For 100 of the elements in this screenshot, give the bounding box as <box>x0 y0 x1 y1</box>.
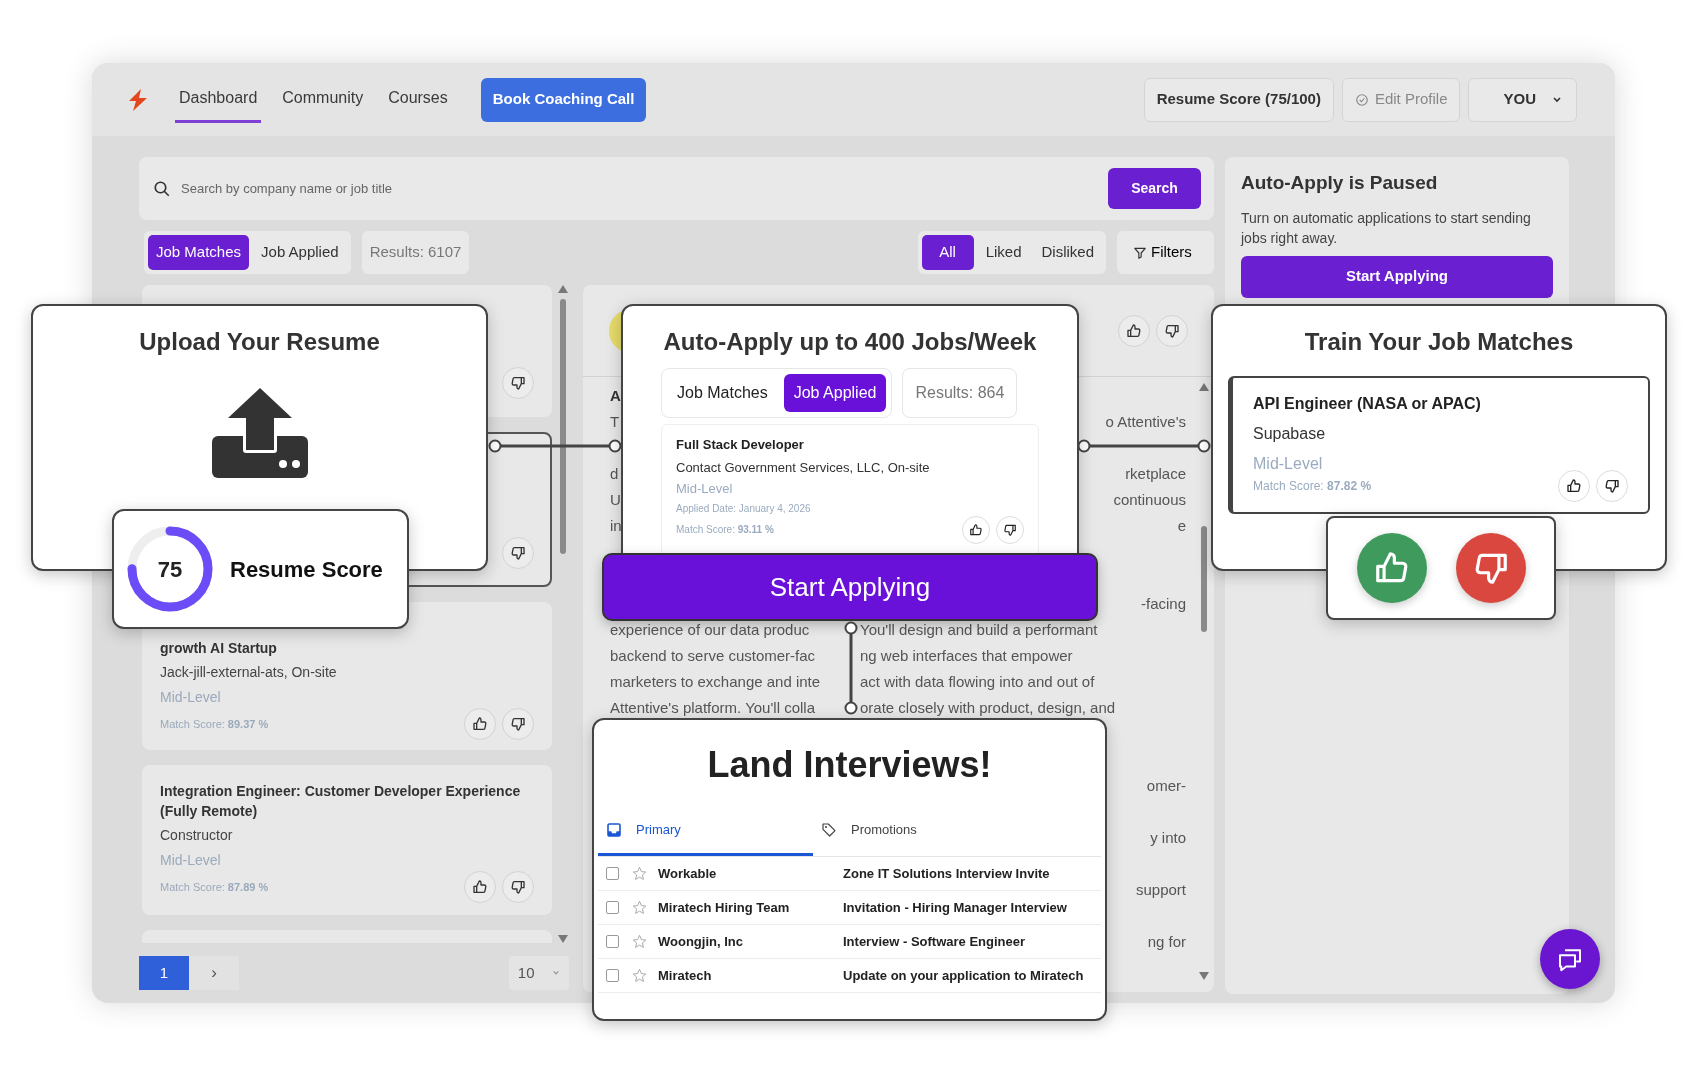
page-button[interactable]: 1 <box>139 956 189 990</box>
company-name: Constructor <box>160 826 234 845</box>
description-text: You'll design and build a performant <box>860 620 1099 640</box>
thumbs-up-icon <box>472 716 489 732</box>
email-sender: Miratech <box>658 966 713 985</box>
card-title: Train Your Job Matches <box>1303 327 1575 357</box>
email-subject: Invitation - Hiring Manager Interview <box>843 898 1068 917</box>
dislike-button[interactable] <box>502 537 535 569</box>
star-icon[interactable] <box>632 934 647 949</box>
job-level: Mid-Level <box>676 480 734 498</box>
company-name: Supabase <box>1253 424 1327 444</box>
search-bar[interactable]: Search by company name or job title Search <box>139 157 1214 220</box>
checkbox[interactable] <box>606 935 619 948</box>
description-text: rketplace <box>1125 464 1186 484</box>
scroll-down-icon <box>558 935 568 943</box>
job-level: Mid-Level <box>1253 454 1324 474</box>
resume-score-button[interactable]: Resume Score (75/100) <box>1143 77 1334 122</box>
applied-date: Applied Date: January 4, 2026 <box>676 501 812 516</box>
description-text: act with data flowing into and out of <box>860 672 1096 692</box>
checkbox[interactable] <box>606 969 619 982</box>
dislike-button[interactable] <box>502 871 535 903</box>
star-icon[interactable] <box>632 968 647 983</box>
thumbs-up-icon <box>1566 478 1582 494</box>
nav-link[interactable]: Dashboard <box>175 76 262 123</box>
search-field[interactable]: Search by company name or job title <box>179 177 1100 200</box>
mail-tab[interactable]: Promotions <box>813 806 1028 856</box>
filter-tab[interactable]: Disliked <box>1033 235 1102 270</box>
start-applying-button[interactable]: Start Applying <box>602 553 1098 621</box>
search-icon <box>153 179 171 198</box>
filter-tab[interactable]: Liked <box>977 235 1030 270</box>
nav-link[interactable]: Courses <box>384 76 452 123</box>
like-button[interactable] <box>1558 470 1590 502</box>
nav-link[interactable]: Community <box>278 76 368 123</box>
checkbox[interactable] <box>606 867 619 880</box>
panel-text: Turn on automatic applications to start sending jobs right away. <box>1241 208 1532 248</box>
tab[interactable]: Job Matches <box>667 374 778 412</box>
upload-icon <box>211 386 308 478</box>
dislike-button[interactable] <box>502 708 535 740</box>
search-button[interactable]: Search <box>1108 168 1201 209</box>
tab[interactable]: Job Matches <box>148 235 250 270</box>
email-subject: Zone IT Solutions Interview Invite <box>843 864 1051 883</box>
scrollbar-thumb[interactable] <box>1201 526 1207 632</box>
job-title: API Engineer (NASA or APAC) <box>1253 394 1482 414</box>
start-applying-button[interactable]: Start Applying <box>1241 255 1553 298</box>
description-text: backend to serve customer-fac <box>610 646 817 666</box>
chevron-down-icon <box>1552 94 1562 105</box>
filter-tab[interactable]: All <box>921 235 974 270</box>
book-coaching-button[interactable]: Book Coaching Call <box>480 77 647 122</box>
thumbs-down-icon <box>510 716 527 732</box>
like-button[interactable] <box>464 871 497 903</box>
description-text: omer- <box>1146 776 1186 796</box>
thumbs-up-icon <box>1126 322 1142 339</box>
like-button[interactable] <box>464 708 497 740</box>
dislike-button[interactable] <box>996 515 1024 544</box>
filters-button[interactable]: Filters <box>1117 231 1214 274</box>
company-name: Contact Government Services, LLC, On-site <box>676 458 931 477</box>
thumbs-down-icon <box>1164 322 1180 339</box>
description-text: A <box>610 386 621 406</box>
job-level: Mid-Level <box>160 688 222 707</box>
star-icon[interactable] <box>632 866 647 881</box>
dislike-button[interactable] <box>502 367 535 399</box>
job-level: Mid-Level <box>160 851 222 870</box>
match-score: Match Score: 87.82 % <box>1253 478 1372 495</box>
description-text: experience of our data produc <box>610 620 811 640</box>
card-title: Land Interviews! <box>706 743 993 787</box>
tab[interactable]: Job Applied <box>783 374 887 412</box>
description-text: U <box>610 490 621 510</box>
email-subject: Interview - Software Engineer <box>843 932 1027 951</box>
card-title: Auto-Apply up to 400 Jobs/Week <box>662 327 1038 357</box>
user-menu-button[interactable]: YOU <box>1468 77 1577 122</box>
tab[interactable]: Job Applied <box>253 235 347 270</box>
next-page-button[interactable]: › <box>189 956 239 990</box>
inbox-icon <box>606 821 622 838</box>
scrollbar-thumb[interactable] <box>560 299 566 554</box>
page-size-select[interactable]: 10 <box>509 956 569 990</box>
star-icon[interactable] <box>632 900 647 915</box>
description-text: continuous <box>1113 490 1186 510</box>
description-text: marketers to exchange and inte <box>610 672 822 692</box>
match-score: Match Score: 87.89 % <box>160 879 269 895</box>
dislike-button[interactable] <box>1596 470 1628 502</box>
dislike-button[interactable] <box>1156 314 1188 347</box>
funnel-icon <box>1133 245 1147 260</box>
description-text: ng web interfaces that empower <box>860 646 1074 666</box>
card-title: Upload Your Resume <box>138 327 381 357</box>
like-button[interactable] <box>1118 314 1150 347</box>
description-text: Attentive's platform. You'll colla <box>610 698 816 718</box>
job-card[interactable]: Integration Engineer: Customer Developer Experience (Fully Remote) Constructor Mid-Level Match Score: 87.89 % <box>142 765 553 915</box>
match-score: Match Score: 93.11 % <box>676 523 774 537</box>
description-text: e <box>1177 516 1186 536</box>
checkbox[interactable] <box>606 901 619 914</box>
description-text: T <box>610 412 620 432</box>
score-value: 75 <box>157 555 183 584</box>
tag-icon <box>821 821 837 838</box>
results-count: Results: 6107 <box>361 231 470 274</box>
check-circle-icon <box>1354 92 1369 107</box>
email-sender: Workable <box>658 864 718 883</box>
mail-tab[interactable]: Primary <box>598 806 813 856</box>
panel-title: Auto-Apply is Paused <box>1241 171 1439 195</box>
thumbs-down-icon <box>510 375 527 391</box>
like-button[interactable] <box>962 515 990 544</box>
